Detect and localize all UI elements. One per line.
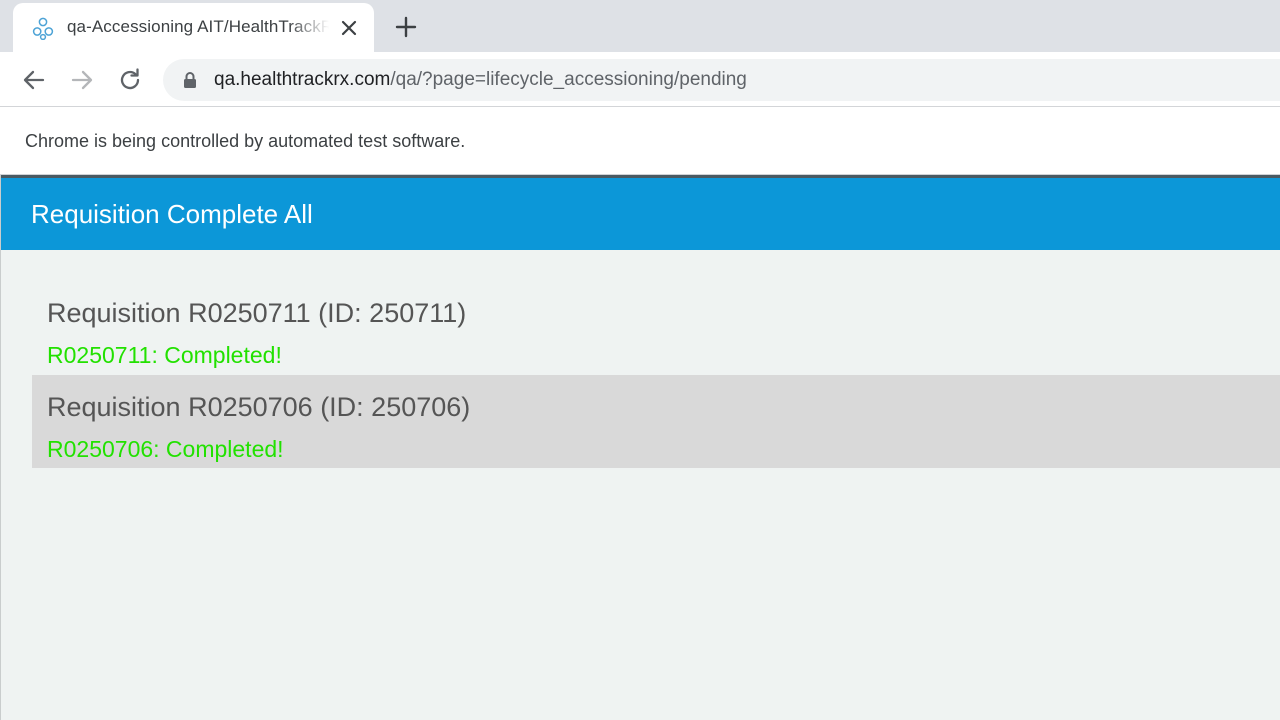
healthtrackrx-logo-icon xyxy=(32,17,54,40)
requisition-status: R0250706: Completed! xyxy=(47,436,284,462)
tab-title: qa-Accessioning AIT/HealthTrackRx xyxy=(67,17,329,39)
reload-icon[interactable] xyxy=(116,66,144,94)
requisition-item: Requisition R0250706 (ID: 250706) R02507… xyxy=(32,375,1280,468)
browser-tab[interactable]: qa-Accessioning AIT/HealthTrackRx xyxy=(13,3,374,52)
requisition-status: R0250711: Completed! xyxy=(47,342,282,368)
requisition-heading: Requisition R0250706 (ID: 250706) xyxy=(47,392,471,422)
page-header: Requisition Complete All xyxy=(1,175,1280,250)
lock-icon[interactable] xyxy=(182,71,198,89)
infobar-message: Chrome is being controlled by automated … xyxy=(25,131,466,151)
requisition-heading: Requisition R0250711 (ID: 250711) xyxy=(47,298,467,328)
plus-icon[interactable] xyxy=(393,14,419,40)
page-content: Requisition Complete All Requisition R02… xyxy=(0,175,1280,720)
arrow-left-icon[interactable] xyxy=(20,66,48,94)
tab-strip: qa-Accessioning AIT/HealthTrackRx xyxy=(0,0,1280,52)
address-url[interactable]: qa.healthtrackrx.com/qa/?page=lifecycle_… xyxy=(214,69,747,91)
page-title: Requisition Complete All xyxy=(31,199,313,229)
url-path: /qa/?page=lifecycle_accessioning/pending xyxy=(390,69,747,90)
automation-infobar: Chrome is being controlled by automated … xyxy=(0,107,1280,175)
url-host: qa.healthtrackrx.com xyxy=(214,69,391,90)
browser-toolbar: qa.healthtrackrx.com/qa/?page=lifecycle_… xyxy=(0,52,1280,107)
requisition-item: Requisition R0250711 (ID: 250711) R02507… xyxy=(32,281,1280,374)
arrow-right-icon[interactable] xyxy=(68,66,96,94)
address-bar[interactable]: qa.healthtrackrx.com/qa/?page=lifecycle_… xyxy=(163,59,1280,101)
close-icon[interactable] xyxy=(338,17,360,39)
